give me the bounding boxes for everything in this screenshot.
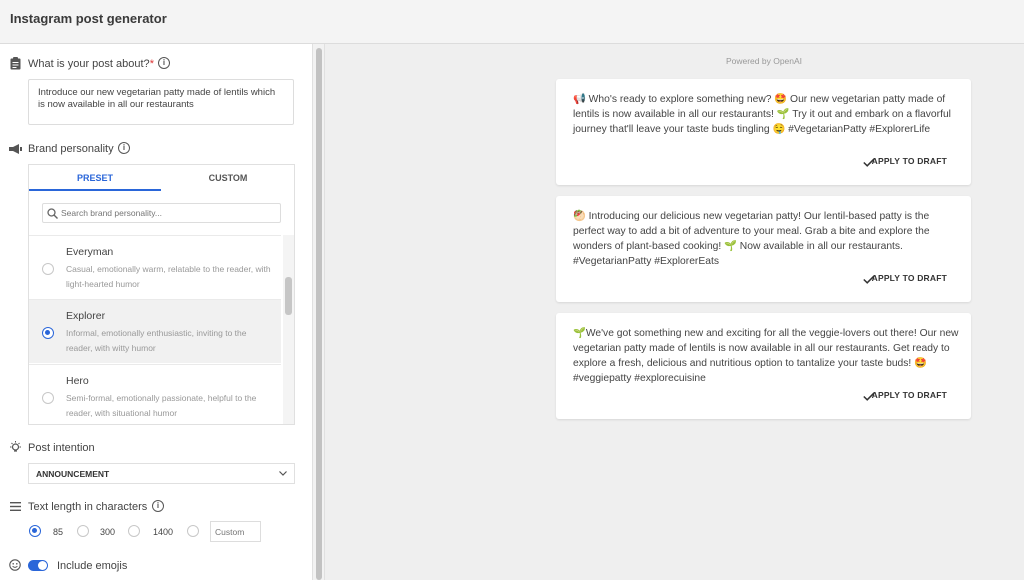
length-radio-300[interactable] <box>77 525 89 537</box>
post-card: 🌱We've got something new and exciting fo… <box>556 313 971 419</box>
length-radio-1400[interactable] <box>128 525 140 537</box>
list-scrollbar-thumb[interactable] <box>285 277 292 315</box>
post-text: 🥙 Introducing our delicious new vegetari… <box>573 211 930 267</box>
settings-panel: What is your post about?* i Introduce ou… <box>0 44 312 580</box>
brand-personality-box: PRESET CUSTOM Everyman Casual, emotional… <box>28 164 295 425</box>
powered-by-label: Powered by OpenAI <box>725 56 803 66</box>
topic-textarea[interactable]: Introduce our new vegetarian patty made … <box>28 79 294 125</box>
top-bar: Instagram post generator <box>0 0 1024 44</box>
personality-name: Hero <box>66 375 89 387</box>
chevron-down-icon <box>279 471 287 476</box>
length-label-1400: 1400 <box>153 527 174 537</box>
tab-custom[interactable]: CUSTOM <box>162 165 294 191</box>
topic-label-text: What is your post about? <box>28 58 150 70</box>
emoji-toggle[interactable] <box>28 560 48 571</box>
custom-length-input[interactable] <box>210 521 261 542</box>
personality-name: Everyman <box>66 246 114 258</box>
apply-to-draft-button[interactable]: APPLY TO DRAFT <box>872 156 947 166</box>
emoji-label: Include emojis <box>57 560 128 572</box>
results-panel: Powered by OpenAI 📢 Who's ready to explo… <box>325 44 1024 580</box>
intention-label: Post intention <box>28 442 95 454</box>
personality-name: Explorer <box>66 310 106 322</box>
apply-to-draft-button[interactable]: APPLY TO DRAFT <box>872 273 947 283</box>
info-icon[interactable]: i <box>118 142 130 154</box>
post-text: 📢 Who's ready to explore something new? … <box>573 94 951 135</box>
topic-label: What is your post about?* <box>28 58 154 70</box>
megaphone-icon <box>9 144 22 154</box>
info-icon[interactable]: i <box>158 57 170 69</box>
personality-description: Semi-formal, emotionally passionate, hel… <box>66 393 257 418</box>
search-input[interactable] <box>61 206 271 220</box>
required-mark: * <box>149 58 154 70</box>
personality-everyman[interactable]: Everyman Casual, emotionally warm, relat… <box>29 235 281 299</box>
length-label: Text length in characters <box>28 501 148 513</box>
personality-hero[interactable]: Hero Semi-formal, emotionally passionate… <box>29 364 281 424</box>
length-radio-custom[interactable] <box>187 525 199 537</box>
app-title: Instagram post generator <box>10 11 167 26</box>
personality-description: Casual, emotionally warm, relatable to t… <box>66 264 271 289</box>
personality-radio[interactable] <box>42 327 54 339</box>
personality-explorer[interactable]: Explorer Informal, emotionally enthusias… <box>29 299 281 363</box>
personality-description: Informal, emotionally enthusiastic, invi… <box>66 328 247 353</box>
lightbulb-icon <box>10 441 21 452</box>
length-label-85: 85 <box>53 527 64 537</box>
tab-preset[interactable]: PRESET <box>29 165 161 191</box>
length-label-300: 300 <box>100 527 116 537</box>
smiley-icon <box>9 559 21 571</box>
brand-label: Brand personality <box>28 143 114 155</box>
info-icon[interactable]: i <box>152 500 164 512</box>
post-card: 📢 Who's ready to explore something new? … <box>556 79 971 185</box>
intention-select[interactable]: ANNOUNCEMENT <box>28 463 295 484</box>
personality-radio[interactable] <box>42 263 54 275</box>
text-lines-icon <box>10 502 21 511</box>
list-scrollbar[interactable] <box>283 235 294 424</box>
panel-scrollbar-thumb[interactable] <box>316 48 322 580</box>
clipboard-icon <box>10 57 21 70</box>
post-card: 🥙 Introducing our delicious new vegetari… <box>556 196 971 302</box>
intention-value: ANNOUNCEMENT <box>36 469 110 479</box>
apply-to-draft-button[interactable]: APPLY TO DRAFT <box>872 390 947 400</box>
personality-radio[interactable] <box>42 392 54 404</box>
personality-list: Everyman Casual, emotionally warm, relat… <box>29 235 281 424</box>
search-icon <box>47 208 58 219</box>
post-text: 🌱We've got something new and exciting fo… <box>573 328 959 384</box>
length-radio-85[interactable] <box>29 525 41 537</box>
panel-scrollbar[interactable] <box>312 44 325 580</box>
search-field[interactable] <box>42 203 281 223</box>
